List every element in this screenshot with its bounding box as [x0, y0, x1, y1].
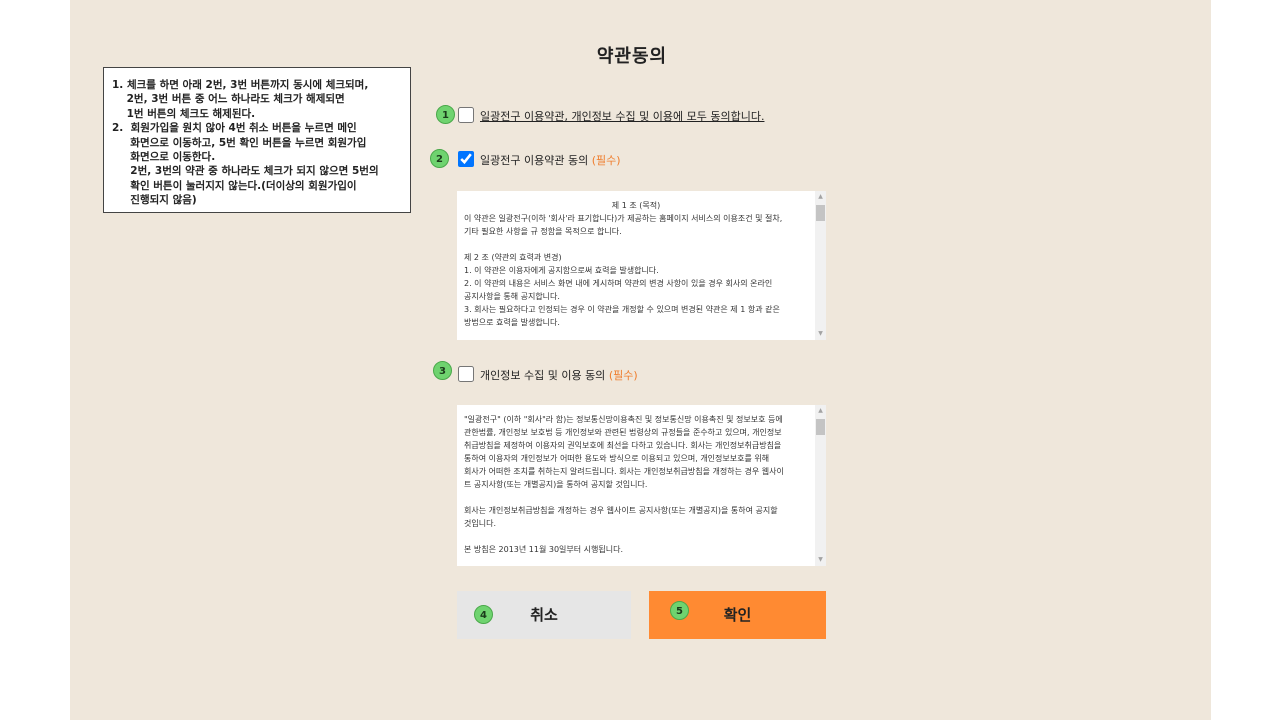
agree-all-label[interactable]: 일광전구 이용약관, 개인정보 수집 및 이용에 모두 동의합니다. [480, 108, 764, 124]
note-line: 1번 버튼의 체크도 해제된다. [112, 107, 256, 120]
note-line: 화면으로 이동한다. [112, 151, 216, 164]
note-line: 확인 버튼이 눌러지지 않는다.(더이상의 회원가입이 [112, 179, 357, 192]
scroll-thumb[interactable] [816, 205, 825, 221]
privacy-agree-label[interactable]: 개인정보 수집 및 이용 동의 (필수) [480, 367, 638, 383]
step-badge-4: 4 [474, 605, 493, 624]
terms-agree-text: 일광전구 이용약관 동의 [480, 154, 592, 167]
confirm-button-label: 확인 [723, 606, 752, 624]
note-line: 2번, 3번의 약관 중 하나라도 체크가 되지 않으면 5번의 [112, 165, 379, 178]
note-line: 2. 회원가입을 원치 않아 4번 취소 버튼을 누르면 메인 [112, 122, 357, 135]
required-tag: (필수) [608, 369, 638, 382]
privacy-scrollbar[interactable]: ▲ ▼ [815, 405, 826, 566]
step-badge-5: 5 [670, 601, 689, 620]
required-tag: (필수) [591, 154, 621, 167]
terms-content: 제 1 조 (목적) 이 약관은 일광전구(이하 '회사'라 표기합니다)가 제공… [464, 199, 808, 329]
scroll-down-icon[interactable]: ▼ [815, 329, 826, 339]
step-badge-3: 3 [433, 361, 452, 380]
cancel-button-label: 취소 [530, 606, 558, 624]
page-title: 약관동의 [596, 46, 668, 67]
terms-body: 이 약관은 일광전구(이하 '회사'라 표기합니다)가 제공하는 홈페이지 서비… [464, 214, 783, 327]
scroll-up-icon[interactable]: ▲ [815, 406, 826, 416]
note-line: 화면으로 이동하고, 5번 확인 버튼을 누르면 회원가입 [112, 136, 367, 149]
privacy-body: "일광전구" (이하 "회사"라 함)는 정보통신망이용촉진 및 정보통신망 이… [464, 415, 784, 554]
terms-textbox[interactable]: 제 1 조 (목적) 이 약관은 일광전구(이하 '회사'라 표기합니다)가 제공… [457, 191, 826, 340]
note-line: 1. 체크를 하면 아래 2번, 3번 버튼까지 동시에 체크되며, [112, 79, 369, 91]
step-badge-2: 2 [430, 149, 449, 168]
note-line: 2번, 3번 버튼 중 어느 하나라도 체크가 해제되면 [112, 93, 345, 106]
note-line: 진행되지 않음) [112, 194, 197, 207]
agree-all-checkbox[interactable] [458, 107, 474, 123]
privacy-textbox[interactable]: "일광전구" (이하 "회사"라 함)는 정보통신망이용촉진 및 정보통신망 이… [457, 405, 826, 566]
scroll-up-icon[interactable]: ▲ [815, 192, 826, 202]
privacy-agree-checkbox[interactable] [458, 366, 474, 382]
terms-agree-checkbox[interactable] [458, 151, 474, 167]
terms-heading: 제 1 조 (목적) [611, 201, 661, 210]
privacy-agree-text: 개인정보 수집 및 이용 동의 [480, 369, 609, 382]
scroll-down-icon[interactable]: ▼ [815, 555, 826, 565]
terms-agree-label[interactable]: 일광전구 이용약관 동의 (필수) [480, 152, 621, 168]
annotation-note: 1. 체크를 하면 아래 2번, 3번 버튼까지 동시에 체크되며, 2번, 3… [103, 67, 411, 213]
step-badge-1: 1 [436, 105, 455, 124]
scroll-thumb[interactable] [816, 419, 825, 435]
terms-scrollbar[interactable]: ▲ ▼ [815, 191, 826, 340]
